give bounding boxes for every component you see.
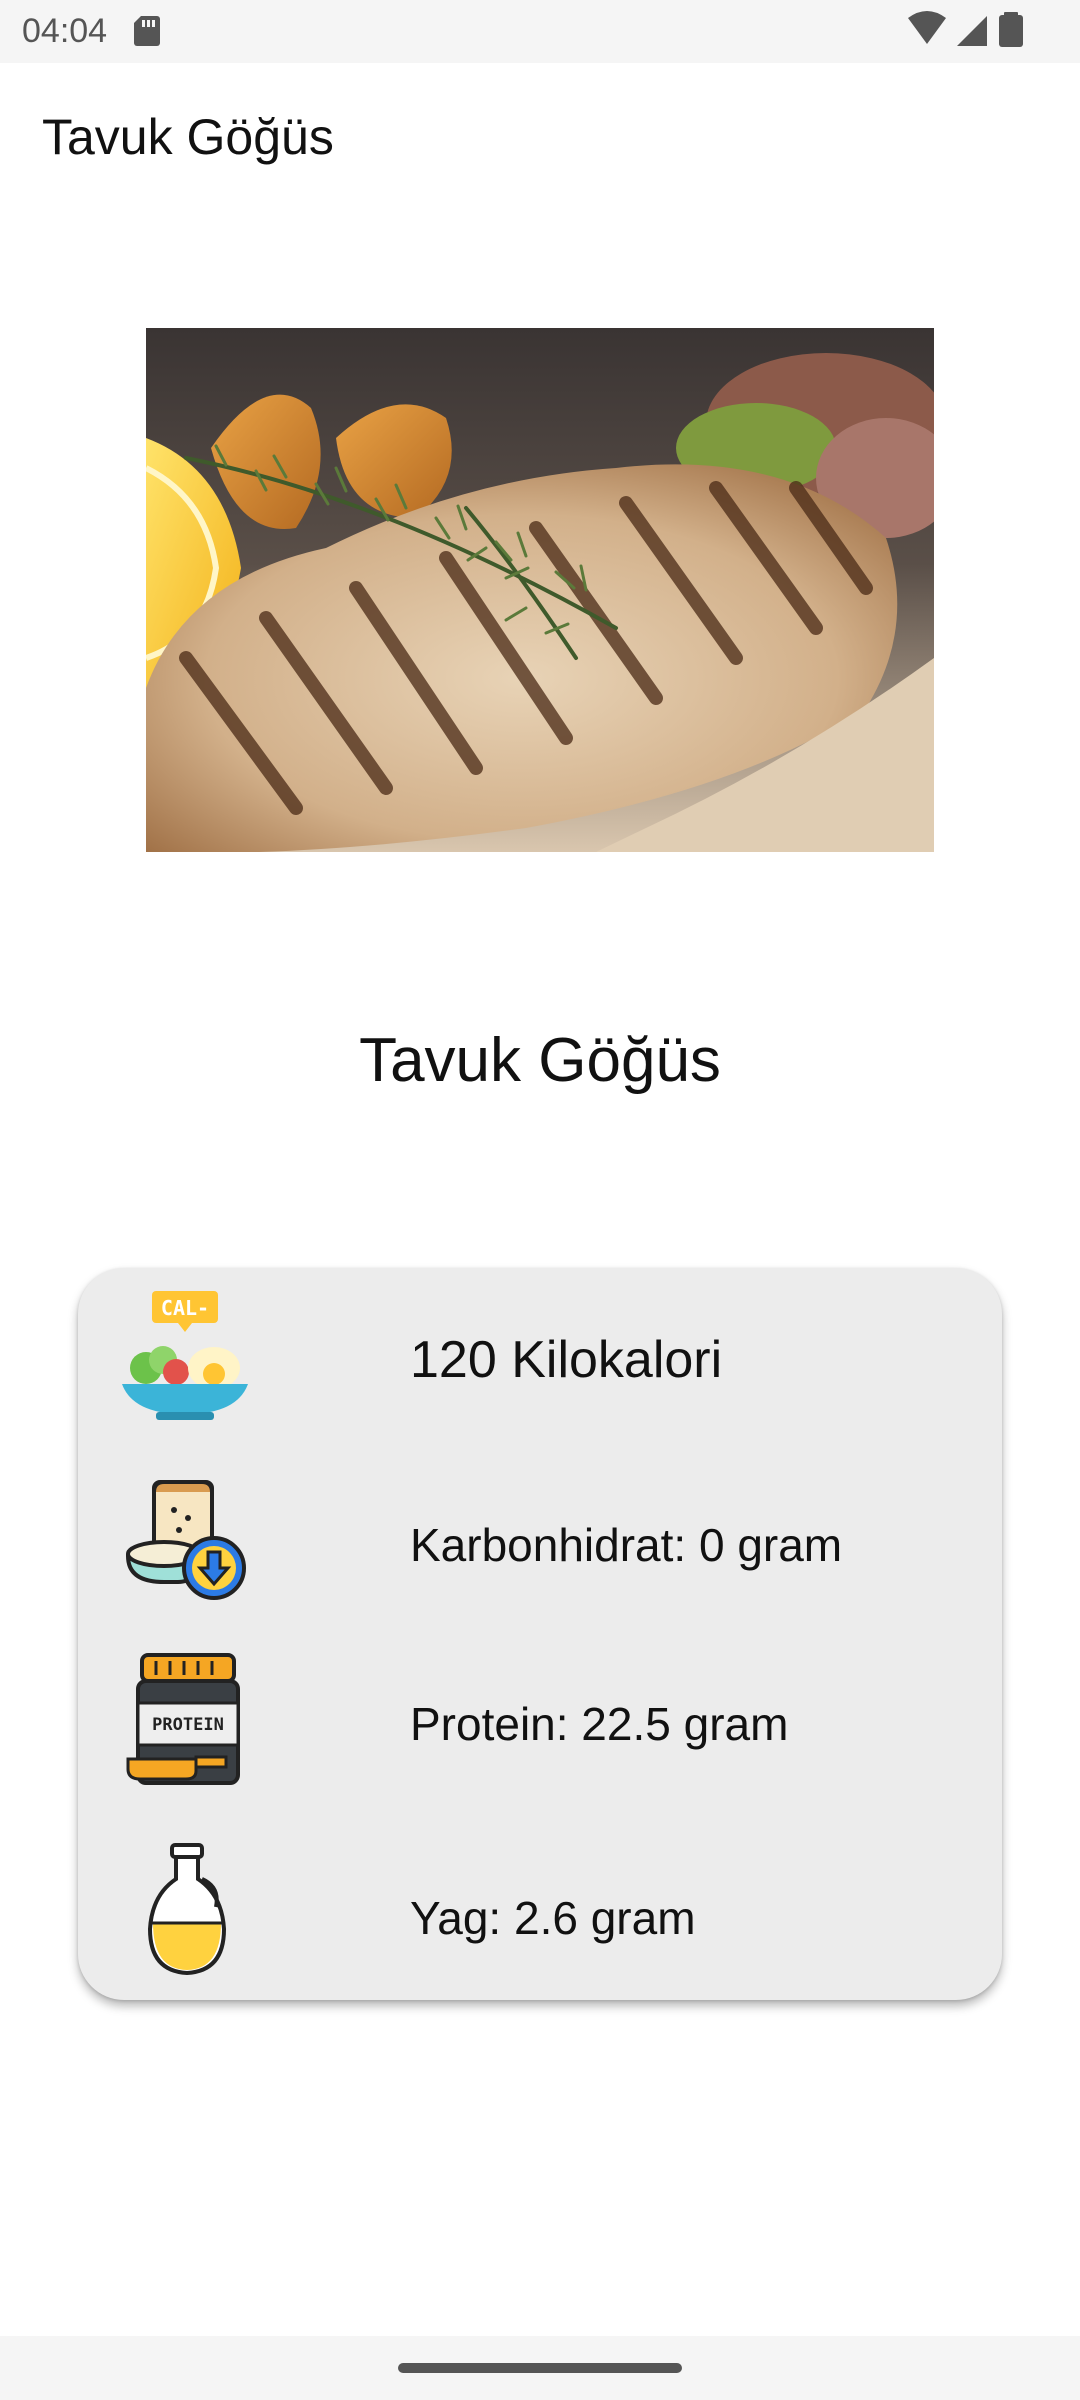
carbs-row: Karbonhidrat: 0 gram (78, 1478, 1002, 1608)
calorie-badge-text: CAL- (161, 1296, 209, 1320)
sd-card-icon (134, 16, 160, 46)
protein-label: Protein: 22.5 gram (410, 1698, 789, 1750)
fat-label: Yag: 2.6 gram (410, 1892, 696, 1944)
navigation-bar (0, 2336, 1080, 2400)
oil-bottle-icon (147, 1843, 227, 1976)
status-icons (908, 11, 1023, 47)
carbohydrate-down-icon (125, 1480, 246, 1600)
nutrition-card: CAL- 120 Kilokalori Karbonhidrat: 0 gram… (78, 1268, 1002, 2000)
home-gesture-handle[interactable] (398, 2363, 682, 2373)
status-bar: 04:04 (0, 0, 1080, 63)
status-time: 04:04 (22, 12, 108, 50)
protein-jar-icon: PROTEIN (126, 1653, 240, 1785)
fat-row: Yag: 2.6 gram (78, 1843, 1002, 1983)
signal-icon (957, 16, 987, 46)
wifi-icon (908, 11, 946, 44)
app-bar-title: Tavuk Göğüs (42, 109, 334, 165)
calories-row: CAL- 120 Kilokalori (78, 1288, 1002, 1428)
battery-icon (999, 12, 1023, 47)
calories-label: 120 Kilokalori (410, 1331, 723, 1389)
grilled-chicken-breast-photo (146, 328, 934, 852)
calorie-meal-icon: CAL- (122, 1291, 248, 1420)
food-name-heading: Tavuk Göğüs (359, 1026, 721, 1095)
app-bar: Tavuk Göğüs (0, 63, 1080, 213)
protein-row: PROTEIN Protein: 22.5 gram (78, 1653, 1002, 1793)
carbs-label: Karbonhidrat: 0 gram (410, 1519, 843, 1571)
protein-jar-text: PROTEIN (152, 1715, 224, 1735)
screen: 04:04 Tavuk Göğüs Tavuk Göğüs CAL- 120 K… (0, 0, 1080, 2400)
